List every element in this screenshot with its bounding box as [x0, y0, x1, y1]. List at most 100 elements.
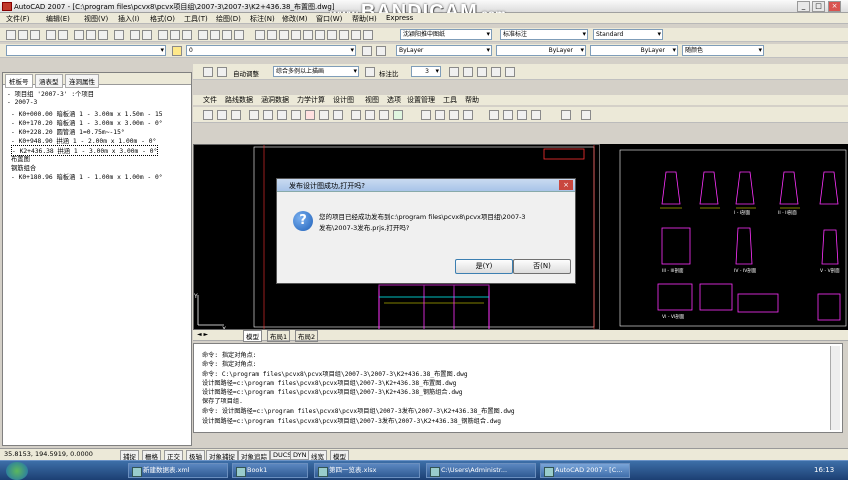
view-tool-icon[interactable]	[421, 110, 431, 120]
new-icon[interactable]	[6, 30, 16, 40]
menu-file[interactable]: 文件(F)	[6, 14, 30, 24]
tree-item-culvert[interactable]: - K0+000.00 暗板涵 1 - 3.00m x 1.50m - 15	[11, 109, 163, 118]
pcvx-tool-icon[interactable]	[505, 67, 515, 77]
pcvx-lock-icon[interactable]	[217, 67, 227, 77]
view-tool-icon[interactable]	[463, 110, 473, 120]
save-icon[interactable]	[30, 30, 40, 40]
start-button[interactable]	[6, 462, 28, 480]
pcvx-menu-culvert[interactable]: 涵洞数据	[261, 95, 289, 105]
taskbar-item[interactable]: 第四一览表.xlsx	[314, 463, 420, 478]
menu-modify[interactable]: 修改(M)	[282, 14, 308, 24]
dim-radius-icon[interactable]	[279, 30, 289, 40]
dyn-toggle[interactable]: DYN	[290, 450, 310, 460]
refresh-icon[interactable]	[581, 110, 591, 120]
draw-tool-icon[interactable]	[231, 110, 241, 120]
text-dim-select[interactable]: 标准标注	[500, 29, 588, 40]
tree-item-rebar-drawing[interactable]: 钢筋组合	[11, 163, 36, 172]
pcvx-tool-icon[interactable]	[449, 67, 459, 77]
cad-section-details[interactable]: I - I剖面 II - II剖面 III - III剖面 IV - IV剖面 …	[600, 144, 848, 330]
maximize-button[interactable]: □	[812, 1, 825, 12]
yes-button[interactable]: 是(Y)	[455, 259, 513, 274]
pcvx-tool-icon[interactable]	[491, 67, 501, 77]
menu-insert[interactable]: 插入(I)	[118, 14, 140, 24]
tab-layout2[interactable]: 布局2	[295, 330, 319, 342]
stats-icon[interactable]	[379, 110, 389, 120]
menu-format[interactable]: 格式(O)	[150, 14, 175, 24]
dim-leader-icon[interactable]	[327, 30, 337, 40]
menu-help[interactable]: 帮助(H)	[352, 14, 377, 24]
cut-icon[interactable]	[74, 30, 84, 40]
dim-baseline-icon[interactable]	[303, 30, 313, 40]
current-layer-select[interactable]: 0	[186, 45, 356, 56]
menu-window[interactable]: 窗口(W)	[316, 14, 342, 24]
menu-view[interactable]: 视图(V)	[84, 14, 108, 24]
zoom-realtime-icon[interactable]	[170, 30, 180, 40]
linetype-select[interactable]: ByLayer	[496, 45, 586, 56]
design-center-icon[interactable]	[210, 30, 220, 40]
redo-icon[interactable]	[142, 30, 152, 40]
window-tool-icon[interactable]	[561, 110, 571, 120]
plot-icon[interactable]	[46, 30, 56, 40]
pcvx-menu-calc[interactable]: 力学计算	[297, 95, 325, 105]
check-icon[interactable]	[393, 110, 403, 120]
preview-icon[interactable]	[58, 30, 68, 40]
tree-item-culvert[interactable]: - K0+170.20 暗板涵 1 - 3.00m x 3.00m - 0°	[11, 118, 163, 127]
no-button[interactable]: 否(N)	[513, 259, 571, 274]
pcvx-tool-icon[interactable]	[463, 67, 473, 77]
dim-center-icon[interactable]	[351, 30, 361, 40]
edit-tool-icon[interactable]	[531, 110, 541, 120]
scale-input[interactable]: 3	[411, 66, 441, 77]
menu-express[interactable]: Express	[386, 14, 413, 22]
tab-station-list[interactable]: 桩板号	[5, 74, 33, 88]
pcvx-menu-file[interactable]: 文件	[203, 95, 217, 105]
properties-icon[interactable]	[198, 30, 208, 40]
tree-item-project-group[interactable]: - 项目组 '2007-3' :个项目	[7, 89, 94, 98]
layer-previous-icon[interactable]	[376, 46, 386, 56]
layer-filter-select[interactable]	[6, 45, 166, 56]
taskbar-item[interactable]: 新建数据表.xml	[128, 463, 228, 478]
pcvx-menu-tools[interactable]: 工具	[443, 95, 457, 105]
pcvx-menu-view[interactable]: 视图	[365, 95, 379, 105]
draw-tool-icon[interactable]	[319, 110, 329, 120]
layer-on-icon[interactable]	[172, 46, 182, 56]
draw-tool-icon[interactable]	[291, 110, 301, 120]
annotate-icon[interactable]	[365, 67, 375, 77]
tab-layout1[interactable]: 布局1	[267, 330, 291, 342]
pcvx-menu-options[interactable]: 选项	[387, 95, 401, 105]
dim-tolerance-icon[interactable]	[339, 30, 349, 40]
play-icon[interactable]	[333, 110, 343, 120]
dim-continue-icon[interactable]	[315, 30, 325, 40]
tree-item-culvert[interactable]: - K0+180.96 暗板涵 1 - 1.00m x 1.00m - 0°	[11, 172, 163, 181]
menu-dimension[interactable]: 标注(N)	[250, 14, 275, 24]
open-icon[interactable]	[18, 30, 28, 40]
draw-tool-icon[interactable]	[263, 110, 273, 120]
tool-palette-icon[interactable]	[222, 30, 232, 40]
command-scrollbar[interactable]	[830, 346, 840, 430]
pcvx-tool-icon[interactable]	[477, 67, 487, 77]
taskbar-item-active[interactable]: AutoCAD 2007 - [C...	[540, 463, 630, 478]
pcvx-menu-help[interactable]: 帮助	[465, 95, 479, 105]
pan-icon[interactable]	[158, 30, 168, 40]
close-button[interactable]: ×	[828, 1, 841, 12]
taskbar-item[interactable]: C:\Users\Administr...	[426, 463, 536, 478]
undo-icon[interactable]	[130, 30, 140, 40]
taskbar-clock[interactable]: 16:13	[814, 466, 834, 474]
auto-adjust-select[interactable]: 综合多例以上描画	[273, 66, 359, 77]
tab-culvert-properties[interactable]: 连洞属性	[65, 74, 99, 88]
plotstyle-select[interactable]: 随颜色	[682, 45, 764, 56]
draw-tool-icon[interactable]	[249, 110, 259, 120]
view-tool-icon[interactable]	[449, 110, 459, 120]
make-current-layer-icon[interactable]	[362, 46, 372, 56]
zoom-window-icon[interactable]	[182, 30, 192, 40]
dim-aligned-icon[interactable]	[267, 30, 277, 40]
tab-culvert-type[interactable]: 涵表型	[35, 74, 63, 88]
draw-route-icon[interactable]	[203, 110, 213, 120]
dim-style-select[interactable]: 沈颖阳推中图纸	[400, 29, 492, 40]
tree-item-culvert[interactable]: - K0+948.90 拱涵 1 - 2.00m x 1.00m - 0°	[11, 136, 156, 145]
draw-tool-icon[interactable]	[277, 110, 287, 120]
tree-item-project[interactable]: - 2007-3	[7, 99, 37, 106]
view-tool-icon[interactable]	[435, 110, 445, 120]
taskbar-item[interactable]: Book1	[232, 463, 308, 478]
dialog-close-button[interactable]: ×	[559, 180, 573, 190]
matchprop-icon[interactable]	[114, 30, 124, 40]
